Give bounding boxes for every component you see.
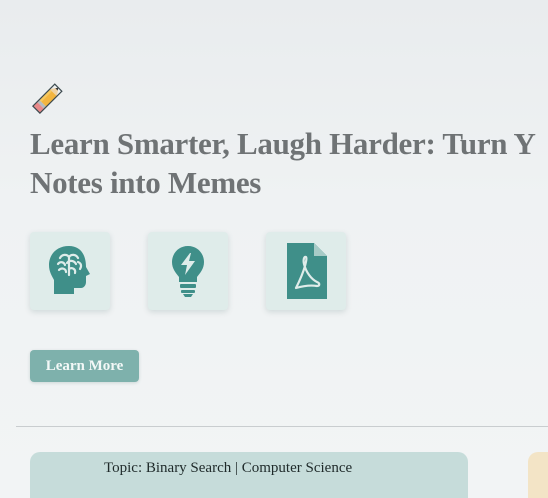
page-title: Learn Smarter, Laugh Harder: Turn Y Note… xyxy=(30,124,536,202)
topic-label: Topic: Binary Search | Computer Science xyxy=(104,460,353,476)
brain-head-icon xyxy=(45,242,95,300)
next-topic-card[interactable] xyxy=(528,452,548,498)
pdf-file-icon xyxy=(284,242,328,300)
feature-card-pdf[interactable] xyxy=(266,232,346,310)
feature-card-brain[interactable] xyxy=(30,232,110,310)
lightbulb-icon xyxy=(170,244,206,298)
page-title-line-2: Notes into Memes xyxy=(30,165,262,200)
hero-section: Learn Smarter, Laugh Harder: Turn Y Note… xyxy=(0,0,548,498)
section-divider xyxy=(16,426,548,427)
pencil-icon xyxy=(30,82,64,116)
page-title-line-1: Learn Smarter, Laugh Harder: Turn Y xyxy=(30,126,536,161)
learn-more-button[interactable]: Learn More xyxy=(30,350,139,382)
feature-card-idea[interactable] xyxy=(148,232,228,310)
